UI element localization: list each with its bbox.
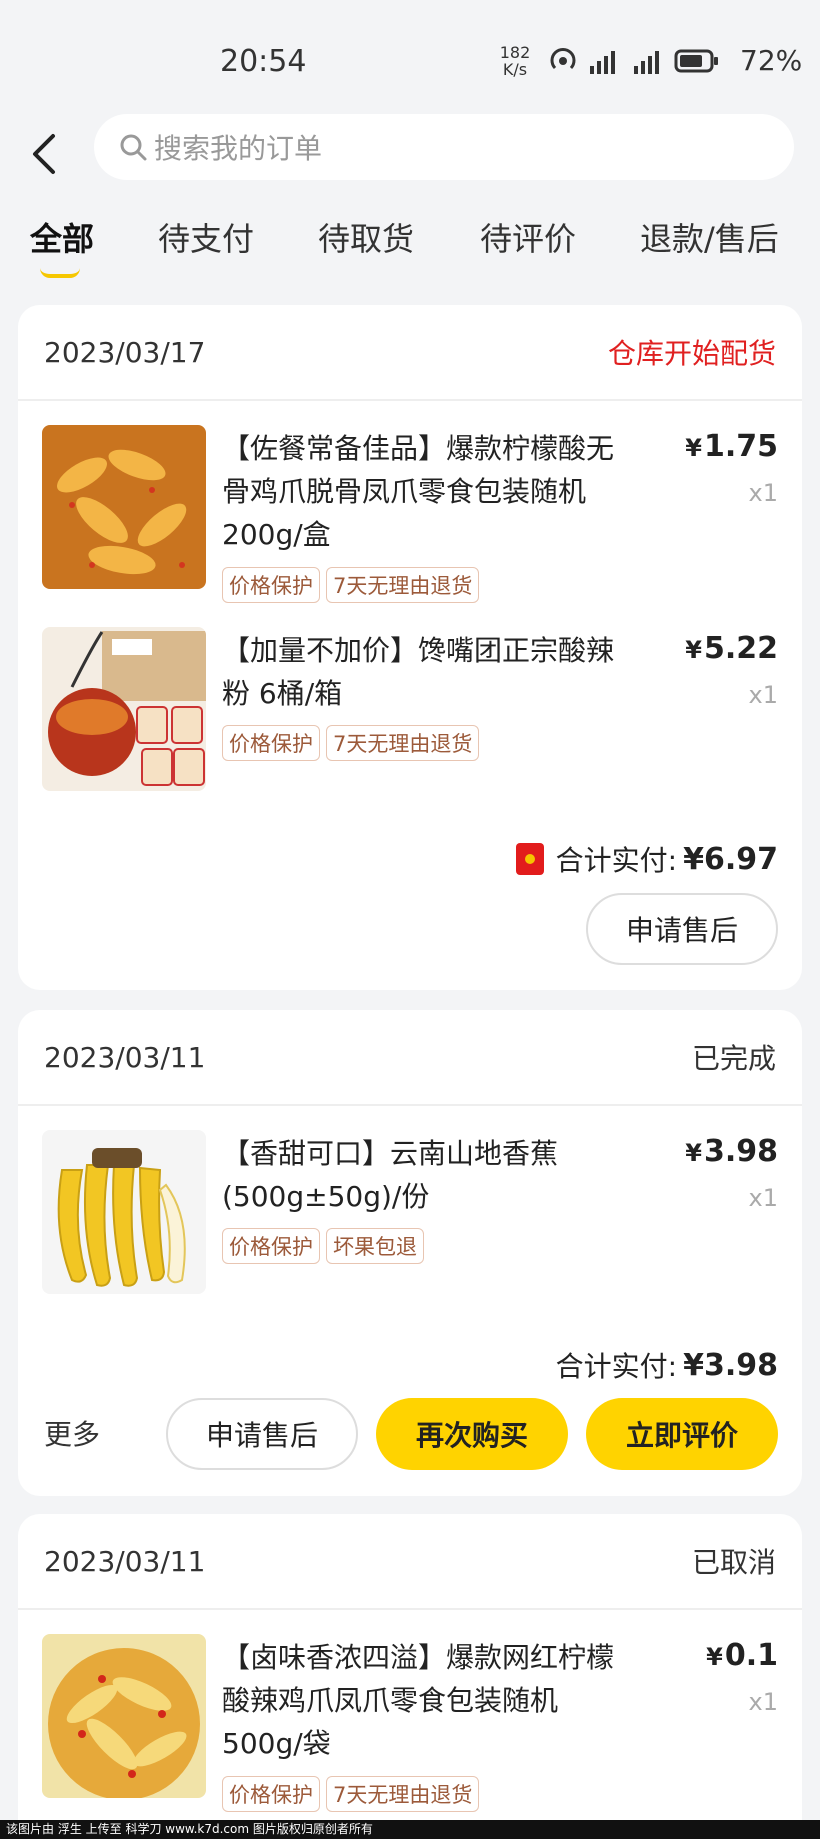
product-image (42, 425, 206, 589)
product-price: ¥0.1 (706, 1638, 778, 1673)
product-tags: 价格保护 7天无理由退货 (222, 567, 480, 603)
order-item[interactable]: 【佐餐常备佳品】爆款柠檬酸无骨鸡爪脱骨凤爪零食包装随机200g/盒 ¥1.75 … (42, 425, 778, 605)
tab-refund-aftersale[interactable]: 退款/售后 (640, 212, 779, 266)
order-item[interactable]: 【卤味香浓四溢】爆款网红柠檬酸辣鸡爪凤爪零食包装随机500g/袋 ¥0.1 x1… (42, 1634, 778, 1814)
order-header: 2023/03/11 已取消 (18, 1514, 802, 1610)
tag-price-protection: 价格保护 (222, 567, 320, 603)
status-icons (548, 44, 720, 78)
order-date: 2023/03/11 (44, 1040, 206, 1074)
order-card[interactable]: 2023/03/17 仓库开始配货 【佐餐常备佳品】爆款柠檬酸无骨鸡爪脱骨凤爪零… (18, 305, 802, 990)
product-tags: 价格保护 7天无理由退货 (222, 1776, 480, 1812)
order-status: 已完成 (691, 1042, 776, 1075)
product-image (42, 1130, 206, 1294)
tab-active-indicator (40, 268, 80, 278)
product-title: 【香甜可口】云南山地香蕉(500g±50g)/份 (222, 1137, 559, 1213)
search-icon (120, 134, 147, 161)
order-header: 2023/03/11 已完成 (18, 1010, 802, 1106)
search-input[interactable]: 搜索我的订单 (94, 114, 794, 180)
order-date: 2023/03/17 (44, 335, 206, 369)
battery-icon (674, 46, 720, 76)
status-time: 20:54 (220, 44, 307, 79)
tag-price-protection: 价格保护 (222, 1776, 320, 1812)
tab-pending-pickup[interactable]: 待取货 (318, 212, 414, 266)
tag-price-protection: 价格保护 (222, 725, 320, 761)
order-date: 2023/03/11 (44, 1544, 206, 1578)
tag-7day-return: 7天无理由退货 (326, 567, 480, 603)
product-title: 【卤味香浓四溢】爆款网红柠檬酸辣鸡爪凤爪零食包装随机500g/袋 (222, 1641, 615, 1760)
tab-pending-payment[interactable]: 待支付 (158, 212, 254, 266)
product-tags: 价格保护 7天无理由退货 (222, 725, 480, 761)
product-price: ¥5.22 (685, 631, 778, 666)
product-quantity: x1 (748, 681, 778, 709)
red-packet-icon (515, 843, 544, 875)
hotspot-icon (548, 46, 578, 76)
order-total: 合计实付: ¥3.98 (556, 1345, 778, 1385)
order-item[interactable]: 【加量不加价】馋嘴团正宗酸辣粉 6桶/箱 ¥5.22 x1 价格保护 7天无理由… (42, 627, 778, 807)
tag-bad-fruit-refund: 坏果包退 (326, 1228, 424, 1264)
order-total: 合计实付: ¥6.97 (515, 839, 778, 879)
back-button[interactable] (24, 124, 64, 184)
review-now-button[interactable]: 立即评价 (586, 1398, 778, 1470)
order-header: 2023/03/17 仓库开始配货 (18, 305, 802, 401)
total-label: 合计实付: (555, 844, 678, 877)
order-card[interactable]: 2023/03/11 已取消 【卤味香浓四溢】爆款网红柠檬酸辣鸡爪凤爪零食包装随… (18, 1514, 802, 1839)
network-speed: 182 K/s (499, 43, 531, 79)
apply-aftersale-button[interactable]: 申请售后 (166, 1398, 358, 1470)
tag-7day-return: 7天无理由退货 (326, 1776, 480, 1812)
tab-all[interactable]: 全部 (30, 212, 94, 278)
top-bar: 搜索我的订单 (0, 110, 820, 200)
search-placeholder: 搜索我的订单 (154, 132, 323, 165)
product-tags: 价格保护 坏果包退 (222, 1228, 424, 1264)
order-status: 仓库开始配货 (607, 337, 776, 370)
buy-again-button[interactable]: 再次购买 (376, 1398, 568, 1470)
total-amount: ¥3.98 (683, 1347, 778, 1383)
watermark-footer: 该图片由 浮生 上传至 科学刀 www.k7d.com 图片版权归原创者所有 (0, 1820, 820, 1839)
tag-price-protection: 价格保护 (222, 1228, 320, 1264)
status-bar: 20:54 182 K/s 72% (0, 0, 820, 110)
product-price: ¥1.75 (685, 429, 778, 464)
tag-7day-return: 7天无理由退货 (326, 725, 480, 761)
order-card[interactable]: 2023/03/11 已完成 【香甜可口】云南山地香蕉(500g±50g)/份 … (18, 1010, 802, 1496)
signal-4g-icon-2 (630, 46, 666, 76)
product-title: 【佐餐常备佳品】爆款柠檬酸无骨鸡爪脱骨凤爪零食包装随机200g/盒 (222, 432, 615, 551)
more-link[interactable]: 更多 (44, 1413, 100, 1453)
order-status: 已取消 (691, 1546, 776, 1579)
total-amount: ¥6.97 (683, 841, 778, 877)
product-image (42, 1634, 206, 1798)
product-quantity: x1 (748, 479, 778, 507)
product-quantity: x1 (748, 1688, 778, 1716)
signal-4g-icon-1 (586, 46, 622, 76)
product-image (42, 627, 206, 791)
product-price: ¥3.98 (685, 1134, 778, 1169)
product-title: 【加量不加价】馋嘴团正宗酸辣粉 6桶/箱 (222, 634, 615, 710)
product-quantity: x1 (748, 1184, 778, 1212)
total-label: 合计实付: (555, 1350, 678, 1383)
apply-aftersale-button[interactable]: 申请售后 (586, 893, 778, 965)
order-tabs: 全部 待支付 待取货 待评价 退款/售后 (0, 212, 820, 282)
chevron-left-icon (33, 134, 55, 174)
order-item[interactable]: 【香甜可口】云南山地香蕉(500g±50g)/份 ¥3.98 x1 价格保护 坏… (42, 1130, 778, 1310)
tab-pending-review[interactable]: 待评价 (480, 212, 576, 266)
battery-percent: 72% (740, 44, 803, 77)
